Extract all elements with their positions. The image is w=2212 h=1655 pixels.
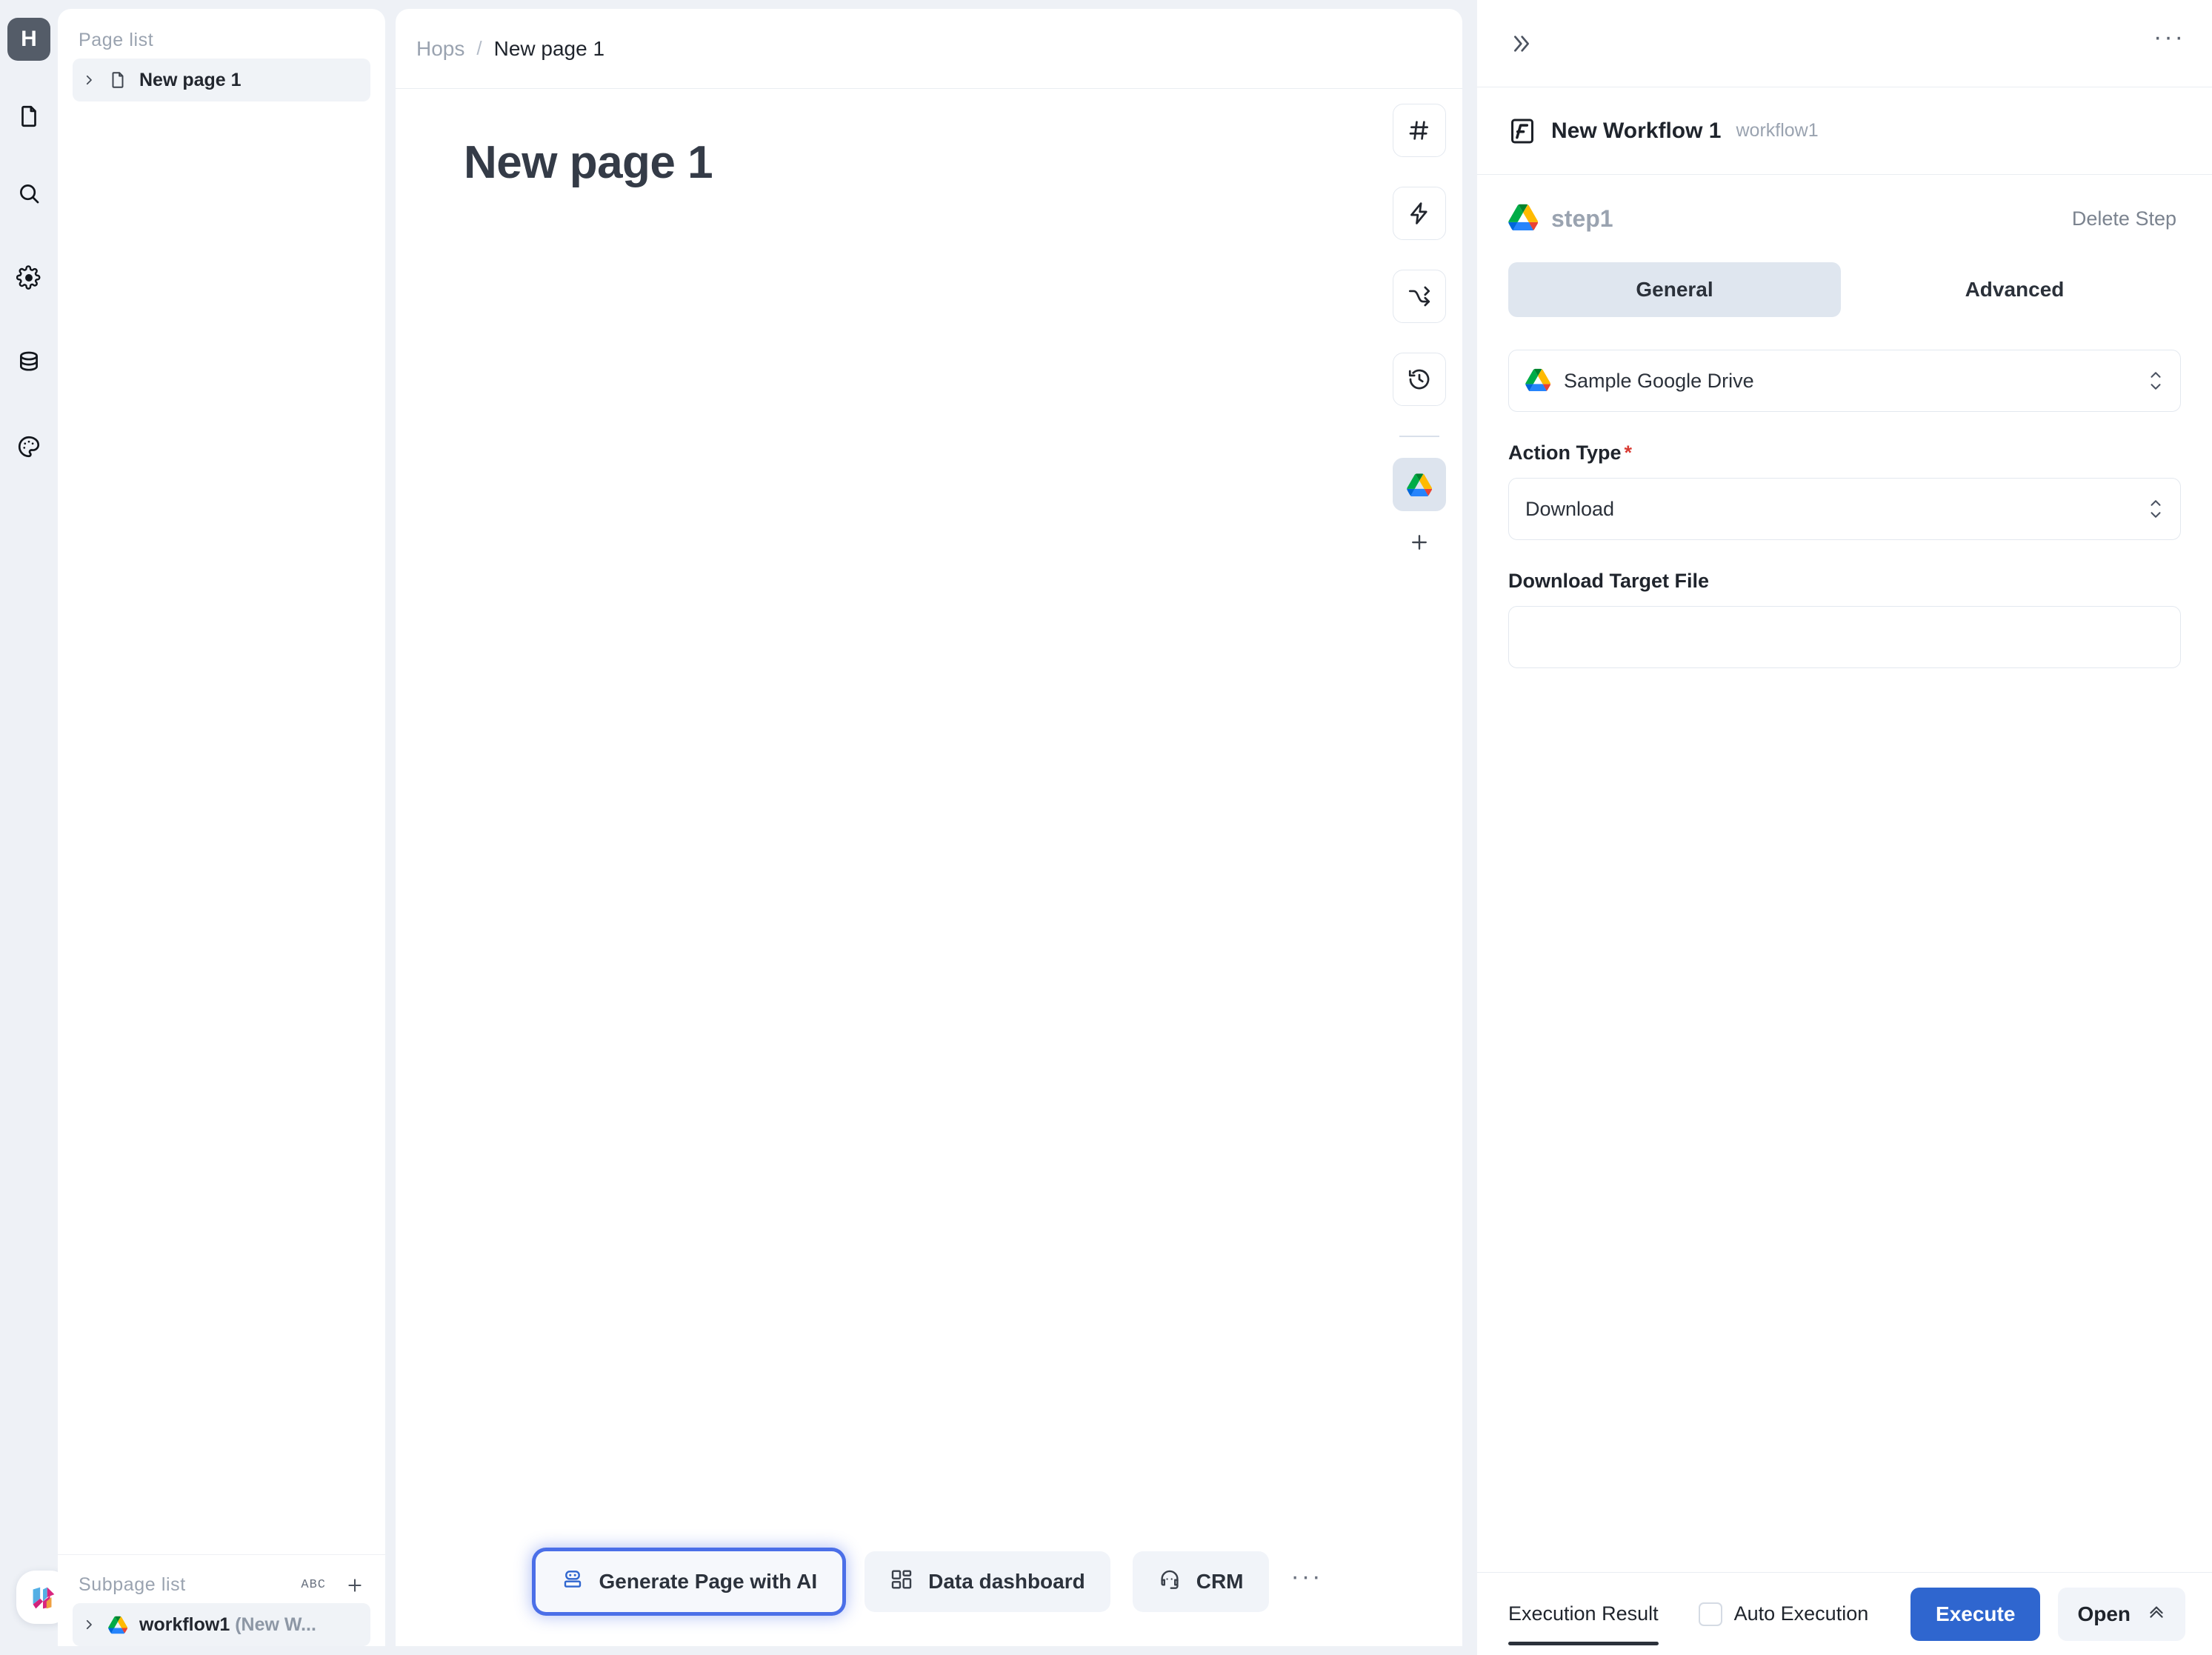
- chevron-double-up-icon: [2147, 1602, 2166, 1626]
- open-button[interactable]: Open: [2058, 1587, 2185, 1641]
- required-marker: *: [1624, 442, 1633, 464]
- lightning-icon-button[interactable]: [1393, 187, 1446, 240]
- delete-step-button[interactable]: Delete Step: [2072, 207, 2176, 230]
- google-drive-icon: [107, 1614, 129, 1636]
- step-name: step1: [1551, 204, 1613, 232]
- subpage-list-item-label: workflow1 (New W...: [139, 1614, 316, 1635]
- breadcrumb-root[interactable]: Hops: [416, 37, 464, 61]
- pages-icon[interactable]: [7, 95, 50, 138]
- workflow-panel-header: ···: [1477, 0, 2212, 87]
- connection-select[interactable]: Sample Google Drive: [1508, 350, 2181, 412]
- generate-page-with-ai-label: Generate Page with AI: [599, 1570, 818, 1593]
- checkbox-box[interactable]: [1698, 1602, 1722, 1626]
- add-subpage-icon[interactable]: [345, 1576, 364, 1595]
- workspace-logo-button[interactable]: H: [7, 18, 50, 61]
- workflow-panel: ··· New Workflow 1 workflow1 step1 Delet…: [1477, 0, 2212, 1655]
- data-dashboard-button[interactable]: Data dashboard: [865, 1551, 1110, 1612]
- gear-icon[interactable]: [7, 256, 50, 299]
- search-icon[interactable]: [7, 172, 50, 215]
- auto-execution-checkbox[interactable]: Auto Execution: [1698, 1602, 1869, 1626]
- chevron-right-icon[interactable]: [81, 1617, 96, 1632]
- download-target-file-input[interactable]: [1508, 606, 2181, 668]
- google-drive-icon: [1525, 368, 1551, 393]
- subpage-list-caption: Subpage list: [79, 1574, 186, 1595]
- page-list-item-label: New page 1: [139, 69, 241, 90]
- page-list-panel: Page list New page 1 Subpage list ABC wo…: [58, 9, 385, 1646]
- canvas-body: New page 1 Generate Page with AI Data da…: [396, 89, 1462, 1646]
- crm-button[interactable]: CRM: [1132, 1551, 1269, 1612]
- google-drive-icon-button[interactable]: [1393, 458, 1446, 511]
- step-settings-tabs: General Advanced: [1508, 262, 2181, 317]
- workflow-name-row: New Workflow 1 workflow1: [1477, 87, 2212, 175]
- data-dashboard-label: Data dashboard: [928, 1570, 1085, 1593]
- chevron-right-icon[interactable]: [81, 73, 96, 87]
- action-type-value: Download: [1525, 497, 1615, 520]
- subpage-list-item-workflow1[interactable]: workflow1 (New W...: [73, 1603, 370, 1646]
- download-target-file-label: Download Target File: [1508, 570, 1710, 592]
- action-type-select[interactable]: Download: [1508, 478, 2181, 540]
- chevron-updown-icon: [2148, 497, 2164, 521]
- history-icon-button[interactable]: [1393, 353, 1446, 406]
- workflow-form: General Advanced Sample Google Drive Act…: [1477, 262, 2212, 1572]
- tab-advanced[interactable]: Advanced: [1848, 262, 2181, 317]
- file-icon: [107, 69, 129, 91]
- canvas-panel: Hops / New page 1 New page 1 Generate Pa…: [396, 9, 1462, 1646]
- add-tool-icon[interactable]: [1400, 523, 1439, 562]
- breadcrumb-current[interactable]: New page 1: [494, 37, 604, 61]
- collapse-panel-icon[interactable]: [1508, 32, 1532, 56]
- canvas-bottom-toolbar: Generate Page with AI Data dashboard CRM…: [396, 1551, 1462, 1612]
- crm-label: CRM: [1196, 1570, 1244, 1593]
- app-logo-icon: [33, 1587, 55, 1609]
- page-list-caption: Page list: [79, 30, 154, 50]
- workflow-footer: Execution Result Auto Execution Execute …: [1477, 1572, 2212, 1655]
- hash-icon-button[interactable]: [1393, 104, 1446, 157]
- canvas-tool-strip: [1393, 104, 1446, 562]
- workflow-slug: workflow1: [1736, 120, 1819, 141]
- chevron-updown-icon: [2148, 369, 2164, 393]
- page-list-item-new-page-1[interactable]: New page 1: [73, 59, 370, 101]
- workflow-more-button[interactable]: ···: [2153, 23, 2185, 64]
- bottom-toolbar-more-button[interactable]: ···: [1291, 1562, 1323, 1602]
- generate-page-with-ai-button[interactable]: Generate Page with AI: [535, 1551, 843, 1612]
- workflow-step-row: step1 Delete Step: [1477, 175, 2212, 262]
- palette-icon[interactable]: [7, 425, 50, 468]
- sort-abc-icon[interactable]: ABC: [301, 1578, 326, 1592]
- database-icon[interactable]: [7, 341, 50, 384]
- workflow-title: New Workflow 1: [1551, 118, 1722, 143]
- breadcrumb: Hops / New page 1: [396, 9, 1462, 89]
- execute-button[interactable]: Execute: [1910, 1587, 2041, 1641]
- tab-execution-result[interactable]: Execution Result: [1508, 1573, 1659, 1655]
- subpage-list-block: Subpage list ABC workflow1 (New W...: [58, 1554, 385, 1646]
- icon-rail: H: [0, 0, 70, 1655]
- tab-general[interactable]: General: [1508, 262, 1841, 317]
- robot-icon: [561, 1568, 584, 1596]
- google-drive-icon: [1508, 204, 1539, 233]
- page-list-spacer: [58, 101, 385, 620]
- page-title: New page 1: [464, 137, 713, 188]
- auto-execution-label: Auto Execution: [1733, 1602, 1869, 1625]
- headset-icon: [1158, 1568, 1182, 1596]
- action-type-label: Action Type *: [1508, 442, 1633, 464]
- dashboard-icon: [890, 1568, 913, 1596]
- workflow-icon: [1508, 117, 1536, 145]
- connection-select-value: Sample Google Drive: [1564, 369, 1754, 392]
- subpage-list-header: Subpage list ABC: [58, 1554, 385, 1603]
- tool-divider: [1399, 436, 1439, 437]
- breadcrumb-separator: /: [476, 37, 482, 59]
- open-button-label: Open: [2077, 1602, 2131, 1625]
- shuffle-icon-button[interactable]: [1393, 270, 1446, 323]
